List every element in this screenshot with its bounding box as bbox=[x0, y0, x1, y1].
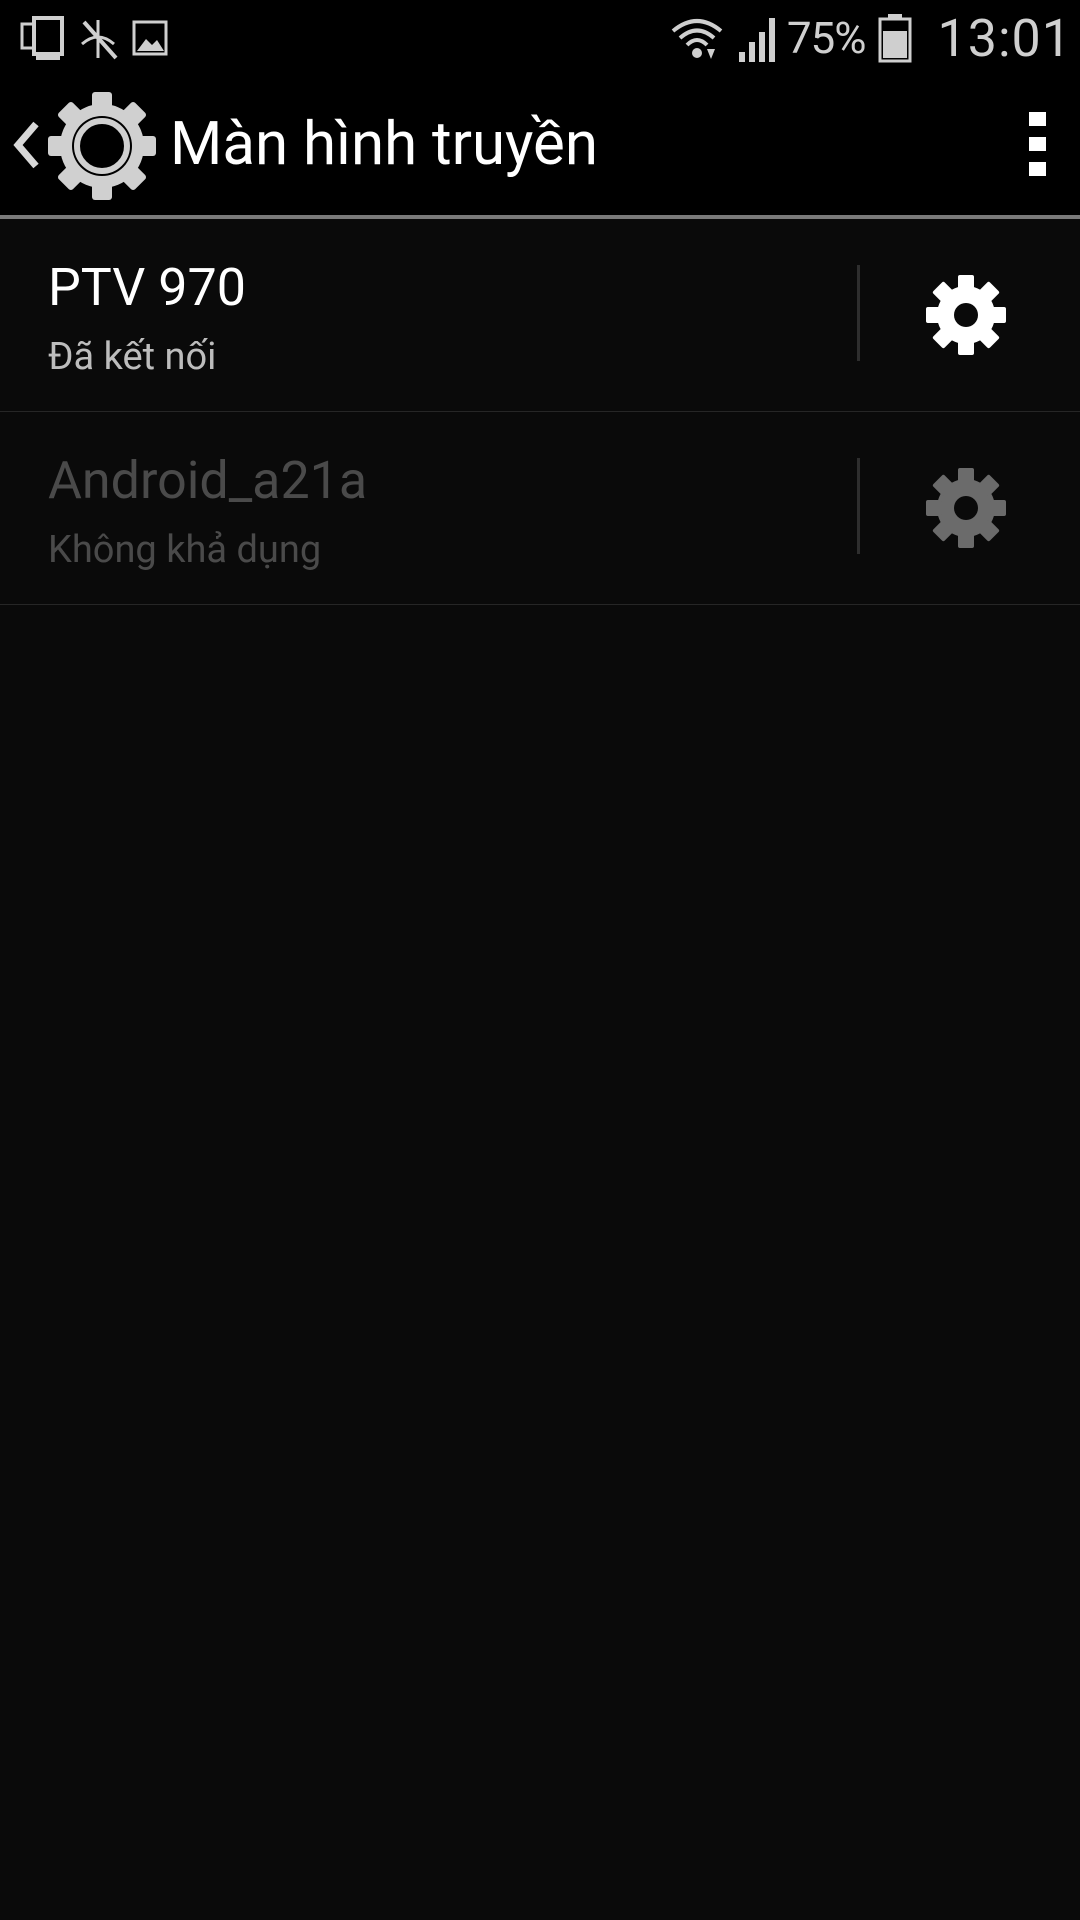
clock: 13:01 bbox=[937, 7, 1072, 69]
status-right-icons: 75% 13:01 bbox=[671, 7, 1072, 69]
more-vert-icon[interactable] bbox=[1024, 112, 1054, 176]
gear-icon[interactable] bbox=[926, 468, 1006, 548]
settings-gear-icon[interactable] bbox=[48, 92, 156, 204]
cast-screen: 75% 13:01 Màn hình truyền PTV 970 Đã kết… bbox=[0, 0, 1080, 1920]
missed-call-icon bbox=[78, 14, 120, 62]
status-left-icons bbox=[20, 12, 168, 64]
device-name: PTV 970 bbox=[48, 257, 246, 318]
chevron-left-icon[interactable] bbox=[10, 118, 44, 176]
wifi-icon bbox=[671, 15, 723, 61]
vertical-divider bbox=[857, 265, 860, 361]
battery-percent: 75% bbox=[786, 12, 867, 64]
device-status: Đã kết nối bbox=[48, 335, 217, 379]
signal-icon bbox=[737, 14, 781, 62]
vertical-divider bbox=[857, 458, 860, 554]
page-title: Màn hình truyền bbox=[170, 108, 598, 179]
device-list: PTV 970 Đã kết nối Android_a21a Không kh… bbox=[0, 219, 1080, 605]
device-status: Không khả dụng bbox=[48, 528, 322, 572]
gallery-icon bbox=[132, 19, 168, 57]
device-item-ptv-970[interactable]: PTV 970 Đã kết nối bbox=[0, 219, 1080, 412]
screen-mirroring-icon bbox=[20, 14, 66, 62]
device-name: Android_a21a bbox=[48, 450, 368, 511]
action-bar: Màn hình truyền bbox=[0, 76, 1080, 216]
status-bar: 75% 13:01 bbox=[0, 0, 1080, 76]
gear-icon[interactable] bbox=[926, 275, 1006, 355]
battery-icon bbox=[878, 13, 912, 63]
device-item-android-a21a[interactable]: Android_a21a Không khả dụng bbox=[0, 412, 1080, 605]
